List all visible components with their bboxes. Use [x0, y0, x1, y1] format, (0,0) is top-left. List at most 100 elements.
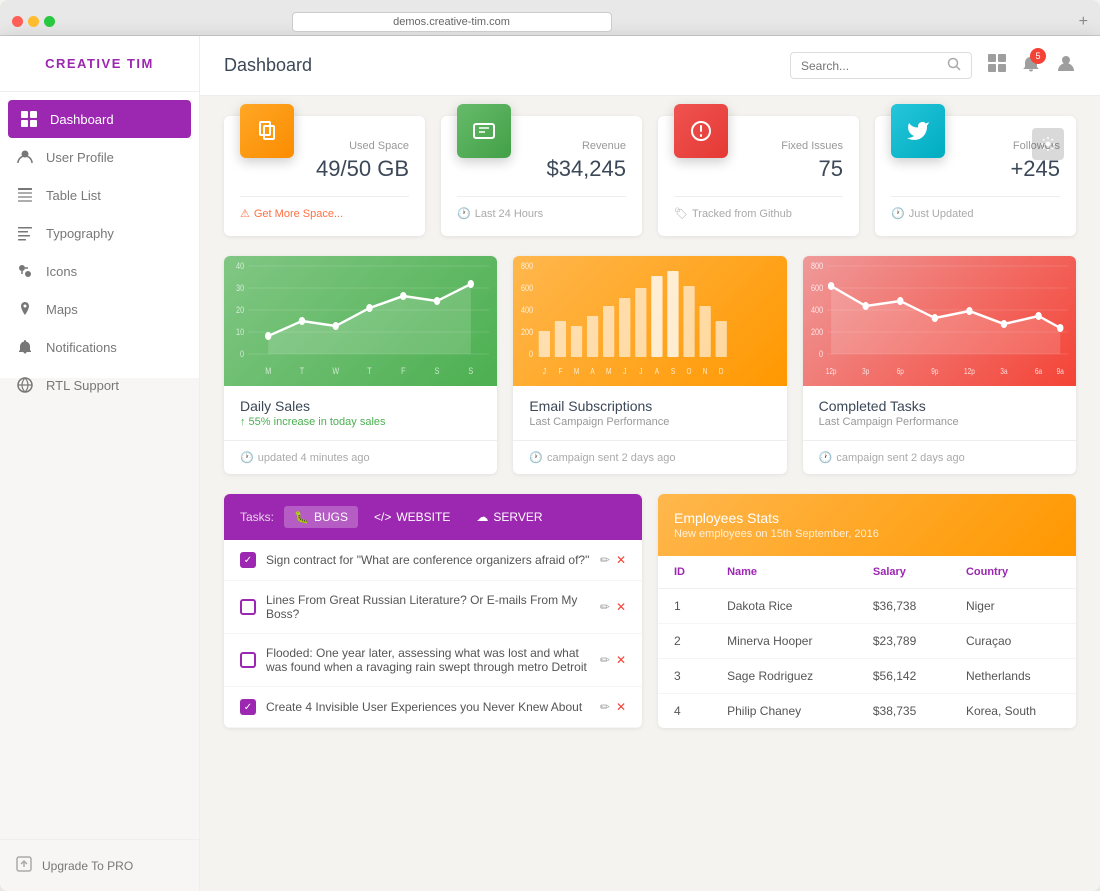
employee-salary-1: $23,789: [857, 624, 950, 659]
sidebar: CREATIVE TIM Dashboard: [0, 36, 200, 891]
task-text-3: Create 4 Invisible User Experiences you …: [266, 700, 590, 714]
minimize-dot[interactable]: [28, 16, 39, 27]
svg-text:S: S: [468, 366, 473, 376]
svg-text:800: 800: [811, 261, 823, 271]
task-delete-2[interactable]: ✕: [616, 653, 626, 667]
search-box[interactable]: [790, 52, 972, 79]
chart-card-daily-sales: 40 30 20 10 0 M T W T F S S: [224, 256, 497, 474]
employee-salary-2: $56,142: [857, 659, 950, 694]
tag-icon: 🏷: [674, 207, 688, 220]
page-title: Dashboard: [224, 55, 774, 76]
used-space-footer[interactable]: ⚠ Get More Space...: [240, 196, 409, 220]
task-tab-website[interactable]: </> WEBSITE: [364, 506, 460, 528]
svg-text:T: T: [367, 366, 371, 376]
upgrade-button[interactable]: Upgrade To PRO: [0, 839, 199, 891]
fixed-issues-value: 75: [674, 156, 843, 182]
stat-card-followers: Followers +245 🕐 Just Updated: [875, 116, 1076, 236]
svg-text:6a: 6a: [1035, 366, 1043, 376]
svg-text:20: 20: [236, 305, 244, 315]
new-tab-button[interactable]: +: [1079, 13, 1088, 31]
svg-text:10: 10: [236, 327, 244, 337]
gear-icon[interactable]: [1032, 128, 1064, 160]
svg-text:9a: 9a: [1056, 366, 1064, 376]
employee-id-3: 4: [658, 694, 711, 729]
svg-text:N: N: [703, 366, 708, 376]
task-edit-3[interactable]: ✏: [600, 700, 610, 714]
employees-table: ID Name Salary Country 1 Dakota Rice $36…: [658, 556, 1076, 728]
daily-sales-title: Daily Sales: [240, 398, 481, 414]
sidebar-item-icons-label: Icons: [46, 264, 77, 279]
revenue-footer: 🕐 Last 24 Hours: [457, 196, 626, 220]
sidebar-logo: CREATIVE TIM: [0, 36, 199, 92]
sidebar-item-typography[interactable]: Typography: [0, 214, 199, 252]
task-text-0: Sign contract for "What are conference o…: [266, 553, 590, 567]
header-icons: 5: [988, 53, 1076, 78]
svg-text:30: 30: [236, 283, 244, 293]
task-delete-1[interactable]: ✕: [616, 600, 626, 614]
charts-row: 40 30 20 10 0 M T W T F S S: [224, 256, 1076, 474]
sidebar-item-maps[interactable]: Maps: [0, 290, 199, 328]
search-input[interactable]: [801, 59, 941, 73]
task-delete-3[interactable]: ✕: [616, 700, 626, 714]
email-subscriptions-footer-text: campaign sent 2 days ago: [547, 452, 675, 464]
task-checkbox-0[interactable]: [240, 552, 256, 568]
task-list: Sign contract for "What are conference o…: [224, 540, 642, 728]
task-checkbox-1[interactable]: [240, 599, 256, 615]
task-edit-0[interactable]: ✏: [600, 553, 610, 567]
sidebar-item-user-profile[interactable]: User Profile: [0, 138, 199, 176]
email-subscriptions-title: Email Subscriptions: [529, 398, 770, 414]
sidebar-item-notifications-label: Notifications: [46, 340, 117, 355]
svg-text:40: 40: [236, 261, 244, 271]
clock-icon-daily: 🕐: [240, 451, 254, 464]
svg-text:3a: 3a: [1000, 366, 1008, 376]
sidebar-item-dashboard[interactable]: Dashboard: [8, 100, 191, 138]
followers-icon-box: [891, 104, 945, 158]
user-avatar-icon[interactable]: [1056, 53, 1076, 78]
bell-icon: [16, 338, 34, 356]
grid-view-icon[interactable]: [988, 54, 1006, 77]
employee-salary-3: $38,735: [857, 694, 950, 729]
task-edit-2[interactable]: ✏: [600, 653, 610, 667]
task-edit-1[interactable]: ✏: [600, 600, 610, 614]
task-checkbox-2[interactable]: [240, 652, 256, 668]
task-tab-server[interactable]: ☁ SERVER: [466, 506, 552, 528]
stats-row: Used Space 49/50 GB ⚠ Get More Space...: [224, 116, 1076, 236]
task-delete-0[interactable]: ✕: [616, 553, 626, 567]
sidebar-item-icons[interactable]: Icons: [0, 252, 199, 290]
sidebar-item-notifications[interactable]: Notifications: [0, 328, 199, 366]
sidebar-item-rtl-support[interactable]: RTL Support: [0, 366, 199, 404]
sidebar-item-table-list[interactable]: Table List: [0, 176, 199, 214]
sidebar-item-rtl-support-label: RTL Support: [46, 378, 119, 393]
fixed-issues-icon-box: [674, 104, 728, 158]
svg-text:12p: 12p: [964, 366, 975, 376]
code-icon: </>: [374, 510, 391, 524]
url-bar[interactable]: demos.creative-tim.com: [292, 12, 612, 32]
app-wrapper: CREATIVE TIM Dashboard: [0, 36, 1100, 891]
daily-sales-footer: 🕐 updated 4 minutes ago: [224, 440, 497, 474]
svg-text:J: J: [640, 366, 644, 376]
task-checkbox-3[interactable]: [240, 699, 256, 715]
header: Dashboard: [200, 36, 1100, 96]
fixed-issues-footer-text: Tracked from Github: [692, 208, 792, 220]
svg-text:W: W: [332, 366, 339, 376]
employee-name-0: Dakota Rice: [711, 589, 857, 624]
employee-country-2: Netherlands: [950, 659, 1076, 694]
notification-bell-icon[interactable]: 5: [1022, 54, 1040, 77]
stat-card-fixed-issues: Fixed Issues 75 🏷 Tracked from Github: [658, 116, 859, 236]
svg-text:S: S: [435, 366, 440, 376]
fixed-issues-footer: 🏷 Tracked from Github: [674, 196, 843, 220]
close-dot[interactable]: [12, 16, 23, 27]
svg-text:400: 400: [811, 305, 823, 315]
icons-icon: [16, 262, 34, 280]
employee-country-3: Korea, South: [950, 694, 1076, 729]
task-tab-bugs[interactable]: 🐛 BUGS: [284, 506, 358, 528]
completed-tasks-footer-text: campaign sent 2 days ago: [836, 452, 964, 464]
email-subscriptions-chart-area: 800 600 400 200 0: [513, 256, 786, 386]
daily-sales-subtitle: ↑ 55% increase in today sales: [240, 416, 481, 428]
search-icon: [947, 57, 961, 74]
sidebar-nav: Dashboard User Profile: [0, 92, 199, 839]
employee-id-1: 2: [658, 624, 711, 659]
svg-text:600: 600: [811, 283, 823, 293]
employees-card: Employees Stats New employees on 15th Se…: [658, 494, 1076, 728]
maximize-dot[interactable]: [44, 16, 55, 27]
